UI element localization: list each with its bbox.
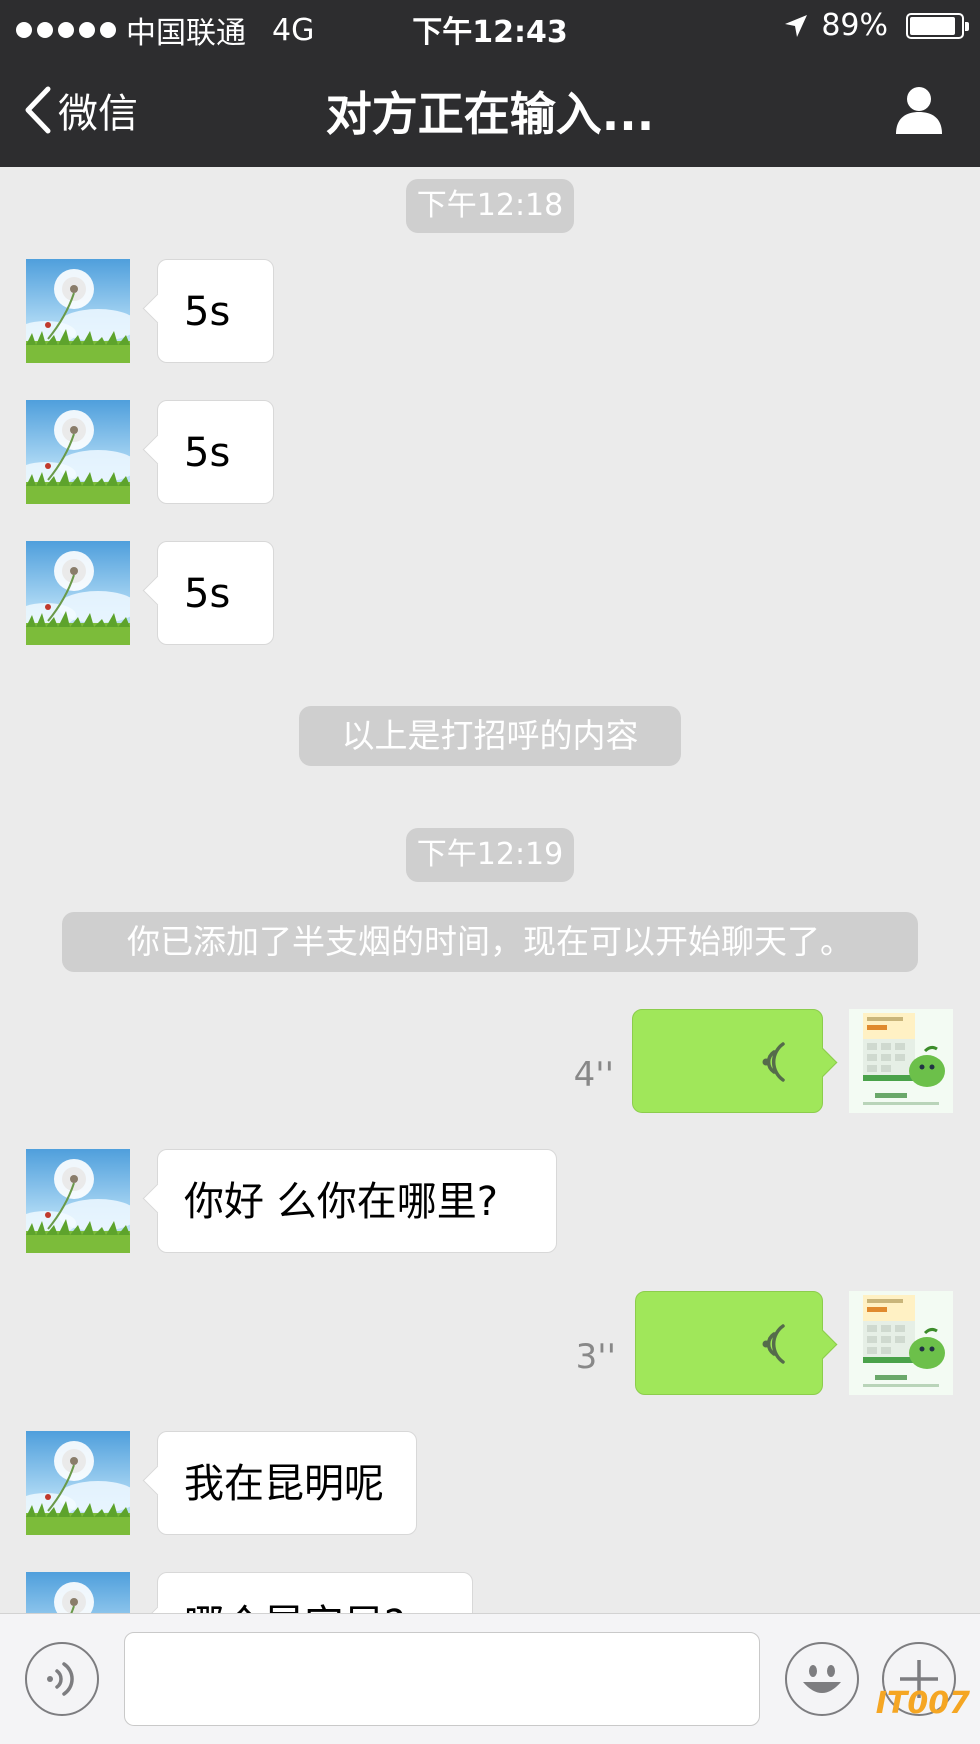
voice-message[interactable] <box>635 1291 823 1395</box>
my-avatar[interactable] <box>849 1009 953 1113</box>
message-input[interactable] <box>124 1632 760 1726</box>
incoming-message[interactable]: 哪个昆安早? <box>157 1572 473 1613</box>
battery-percent: 89% <box>821 8 888 43</box>
timestamp-pill: 下午12:19 <box>406 828 574 882</box>
timestamp-pill: 下午12:18 <box>406 179 574 233</box>
system-notice: 以上是打招呼的内容 <box>299 706 681 766</box>
emoji-button[interactable] <box>785 1642 859 1716</box>
message-list[interactable]: 下午12:18 5s 5s 5s 以上是打招呼的内容 下午12:19 你已添加了… <box>0 167 980 1613</box>
voice-wave-icon <box>760 1040 798 1084</box>
voice-duration: 3'' <box>575 1337 616 1377</box>
voice-duration: 4'' <box>573 1055 614 1095</box>
incoming-message[interactable]: 5s <box>157 259 274 363</box>
system-notice: 你已添加了半支烟的时间，现在可以开始聊天了。 <box>62 912 918 972</box>
back-button[interactable]: 微信 <box>22 82 138 138</box>
incoming-message[interactable]: 5s <box>157 541 274 645</box>
navigation-bar: 微信 对方正在输入... <box>0 52 980 167</box>
back-label: 微信 <box>58 91 138 137</box>
contact-avatar[interactable] <box>26 541 130 645</box>
voice-message[interactable] <box>632 1009 823 1113</box>
voice-icon <box>47 1662 74 1696</box>
status-bar: 中国联通 4G 下午12:43 89% <box>0 0 980 52</box>
contact-avatar[interactable] <box>26 1149 130 1253</box>
contact-avatar[interactable] <box>26 1572 130 1613</box>
page-title: 对方正在输入... <box>325 87 655 141</box>
incoming-message[interactable]: 5s <box>157 400 274 504</box>
contact-avatar[interactable] <box>26 400 130 504</box>
incoming-message[interactable]: 你好 么你在哪里? <box>157 1149 557 1253</box>
voice-input-button[interactable] <box>25 1642 99 1716</box>
my-avatar[interactable] <box>849 1291 953 1395</box>
contact-avatar[interactable] <box>26 1431 130 1535</box>
emoji-icon <box>803 1665 841 1693</box>
location-arrow-icon <box>785 14 808 37</box>
incoming-message[interactable]: 我在昆明呢 <box>157 1431 417 1535</box>
chat-info-button[interactable] <box>892 84 946 136</box>
watermark: IT007 <box>875 1686 970 1721</box>
chevron-left-icon <box>25 86 51 134</box>
contact-avatar[interactable] <box>26 259 130 363</box>
voice-wave-icon <box>760 1322 798 1366</box>
input-toolbar <box>0 1613 980 1744</box>
battery-icon <box>906 12 969 39</box>
